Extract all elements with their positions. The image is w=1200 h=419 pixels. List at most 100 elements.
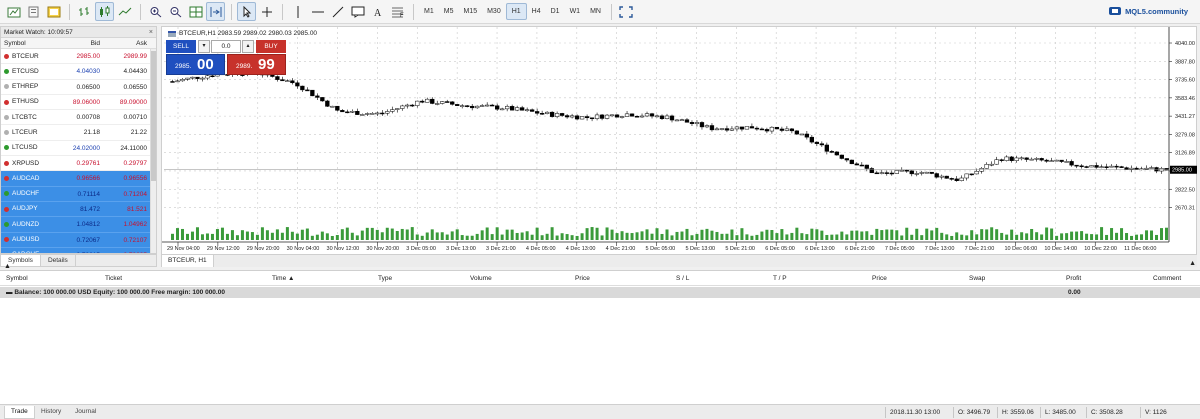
- th-price[interactable]: Price: [575, 275, 590, 282]
- market-watch-row[interactable]: ETCUSD 4.04030 4.04430: [1, 64, 156, 80]
- symbol-name: ETCUSD: [12, 67, 39, 75]
- timeframe-m1[interactable]: M1: [419, 3, 439, 20]
- tab-history[interactable]: History: [35, 406, 67, 418]
- close-icon[interactable]: ×: [149, 27, 153, 38]
- candle-body: [564, 115, 570, 118]
- candle-body: [674, 119, 680, 122]
- candle-body: [609, 114, 615, 117]
- tile-windows-icon[interactable]: [186, 2, 205, 21]
- zoom-out-icon[interactable]: [166, 2, 185, 21]
- market-watch-row[interactable]: LTCUSD 24.02000 24.11000: [1, 141, 156, 157]
- timeframe-w1[interactable]: W1: [565, 3, 586, 20]
- timeframe-mn[interactable]: MN: [585, 3, 606, 20]
- market-watch-row[interactable]: AUDUSD 0.72067 0.72107: [1, 232, 156, 248]
- crosshair-icon[interactable]: [257, 2, 276, 21]
- volume-bar: [410, 227, 414, 240]
- toolbar-separator: [413, 3, 414, 20]
- terminal-expand-icon[interactable]: ▲: [4, 263, 11, 270]
- timeframe-m15[interactable]: M15: [458, 3, 482, 20]
- fullscreen-icon[interactable]: [617, 2, 636, 21]
- timeframe-d1[interactable]: D1: [546, 3, 565, 20]
- volume-bar: [1110, 228, 1114, 240]
- vertical-line-icon[interactable]: [288, 2, 307, 21]
- th-take-profit[interactable]: T / P: [773, 275, 787, 282]
- market-watch-row[interactable]: LTCBTC 0.00708 0.00710: [1, 110, 156, 126]
- tab-details[interactable]: Details: [41, 255, 76, 266]
- th-volume[interactable]: Volume: [470, 275, 492, 282]
- th-stop-loss[interactable]: S / L: [676, 275, 689, 282]
- col-symbol-header[interactable]: Symbol: [1, 38, 63, 48]
- chart-tab-btceur[interactable]: BTCEUR, H1: [162, 255, 214, 267]
- th-comment[interactable]: Comment: [1153, 275, 1181, 282]
- fibonacci-icon[interactable]: F: [388, 2, 407, 21]
- th-ticket[interactable]: Ticket: [105, 275, 122, 282]
- buy-button[interactable]: BUY: [256, 40, 286, 53]
- trendline-icon[interactable]: [328, 2, 347, 21]
- th-time[interactable]: Time ▲: [272, 275, 294, 282]
- market-watch-icon[interactable]: [44, 2, 63, 21]
- th-swap[interactable]: Swap: [969, 275, 985, 282]
- scroll-up-icon[interactable]: ▲: [1189, 260, 1196, 267]
- text-label-icon[interactable]: [348, 2, 367, 21]
- auto-scroll-icon[interactable]: [206, 2, 225, 21]
- tab-journal[interactable]: Journal: [69, 406, 102, 418]
- candlestick-icon[interactable]: [95, 2, 114, 21]
- market-watch-row[interactable]: AUDNZD 1.04812 1.04962: [1, 217, 156, 233]
- volume-bar: [755, 234, 759, 240]
- volume-bar: [350, 232, 354, 240]
- bar-chart-icon[interactable]: [75, 2, 94, 21]
- candle-body: [599, 114, 605, 119]
- market-watch-row[interactable]: XRPUSD 0.29761 0.29797: [1, 156, 156, 172]
- candle-body: [1089, 165, 1094, 168]
- chart-window[interactable]: 4040.00 3887.80 3735.60 3583.46 3431.27 3279.…: [161, 26, 1197, 255]
- timeframe-m30[interactable]: M30: [482, 3, 506, 20]
- bid-price-display[interactable]: 2985. 00: [166, 54, 225, 75]
- volume-bar: [295, 233, 299, 240]
- candle-body: [684, 119, 690, 123]
- market-watch-row[interactable]: AUDJPY 81.472 81.521: [1, 201, 156, 218]
- timeframe-h1[interactable]: H1: [505, 3, 527, 20]
- th-current-price[interactable]: Price: [872, 275, 887, 282]
- tab-trade[interactable]: Trade: [4, 406, 35, 419]
- volume-bar: [400, 228, 404, 240]
- market-watch-row[interactable]: AUDCHF 0.71114 0.71204: [1, 186, 156, 202]
- market-watch-scrollbar[interactable]: [150, 49, 156, 253]
- ask-price-display[interactable]: 2989. 99: [227, 54, 286, 75]
- symbol-name: CADCHF: [12, 247, 39, 253]
- volume-down-icon[interactable]: ▾: [198, 40, 210, 53]
- zoom-in-icon[interactable]: [146, 2, 165, 21]
- candle-body: [809, 136, 815, 143]
- th-symbol[interactable]: Symbol: [6, 275, 28, 282]
- market-watch-row[interactable]: LTCEUR 21.18 21.22: [1, 125, 156, 141]
- horizontal-line-icon[interactable]: [308, 2, 327, 21]
- volume-bar: [585, 228, 589, 240]
- th-type[interactable]: Type: [378, 275, 392, 282]
- candle-body: [410, 104, 415, 107]
- market-watch-row[interactable]: ETHUSD 89.06000 89.09000: [1, 95, 156, 111]
- market-watch-row[interactable]: ETHREP 0.06500 0.06550: [1, 80, 156, 95]
- th-profit[interactable]: Profit: [1066, 275, 1081, 282]
- trend-dot-icon: [4, 221, 9, 227]
- timeframe-m5[interactable]: M5: [439, 3, 459, 20]
- profiles-icon[interactable]: [24, 2, 43, 21]
- volume-bar: [220, 227, 224, 240]
- col-ask-header[interactable]: Ask: [103, 38, 150, 48]
- text-icon[interactable]: A: [368, 2, 387, 21]
- market-watch-row[interactable]: BTCEUR 2985.00 2989.99: [1, 49, 156, 65]
- volume-up-icon[interactable]: ▴: [242, 40, 254, 53]
- new-chart-icon[interactable]: [4, 2, 23, 21]
- line-chart-icon[interactable]: [115, 2, 134, 21]
- timeframe-h4[interactable]: H4: [527, 3, 546, 20]
- col-bid-header[interactable]: Bid: [63, 38, 103, 48]
- price-chart[interactable]: 4040.00 3887.80 3735.60 3583.46 3431.27 3279.…: [162, 27, 1198, 256]
- balance-row[interactable]: ▬ Balance: 100 000.00 USD Equity: 100 00…: [0, 287, 1200, 298]
- sell-button[interactable]: SELL: [166, 40, 196, 53]
- volume-input[interactable]: 0.0: [211, 40, 241, 53]
- candle-body: [774, 126, 780, 130]
- cursor-icon[interactable]: [237, 2, 256, 21]
- collapse-icon[interactable]: ▬: [6, 289, 13, 296]
- market-watch-row[interactable]: AUDCAD 0.96566 0.96556: [1, 171, 156, 187]
- candle-body: [310, 89, 315, 97]
- scrollbar-thumb[interactable]: [151, 51, 156, 181]
- mql5-community-link[interactable]: MQL5.community: [1109, 6, 1188, 16]
